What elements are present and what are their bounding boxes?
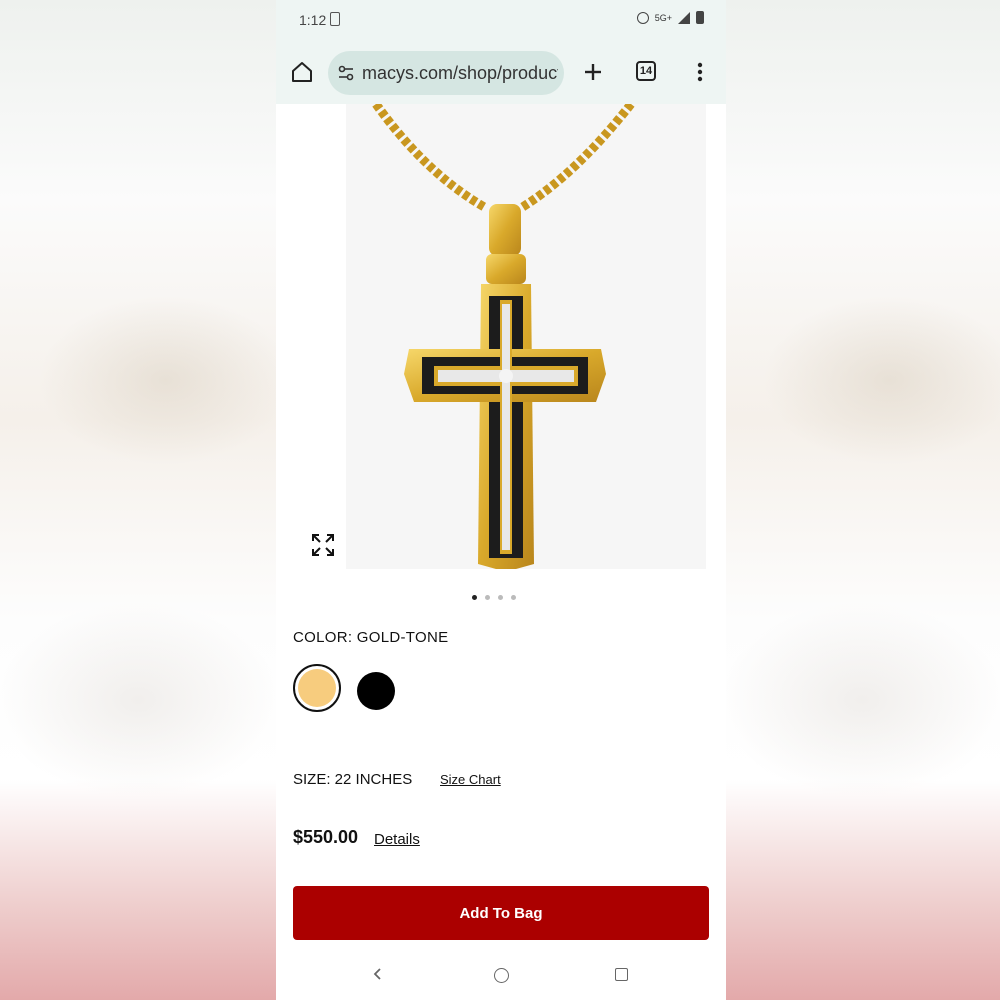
- browser-toolbar: macys.com/shop/product 14: [276, 40, 726, 104]
- url-text[interactable]: macys.com/shop/product: [362, 63, 558, 84]
- sim-icon: [330, 12, 340, 26]
- signal-icon: [678, 11, 690, 24]
- home-icon[interactable]: [290, 60, 314, 84]
- carousel-dot-4[interactable]: [511, 595, 516, 600]
- expand-icon[interactable]: [310, 532, 336, 558]
- home-nav-icon[interactable]: [494, 968, 509, 983]
- status-time: 1:12: [299, 12, 327, 28]
- tab-switcher-button[interactable]: 14: [636, 61, 656, 81]
- status-bar: 1:12 5G+: [276, 0, 726, 40]
- cross-pendant-image: [372, 104, 635, 569]
- price: $550.00: [293, 827, 359, 847]
- product-image[interactable]: [276, 104, 726, 574]
- system-nav-bar: [276, 950, 726, 1000]
- address-bar[interactable]: macys.com/shop/product: [328, 51, 564, 95]
- carousel-dots[interactable]: [472, 595, 516, 600]
- more-menu-icon[interactable]: [690, 60, 710, 84]
- background-blur-right: [724, 0, 1000, 1000]
- carousel-dot-1[interactable]: [472, 595, 477, 600]
- back-icon[interactable]: [371, 967, 385, 981]
- add-to-bag-button[interactable]: Add To Bag: [293, 886, 709, 940]
- carousel-dot-2[interactable]: [485, 595, 490, 600]
- swatch-gold-tone[interactable]: [298, 669, 336, 707]
- battery-icon: [696, 11, 704, 24]
- new-tab-icon[interactable]: [581, 60, 605, 84]
- size-chart-link[interactable]: Size Chart: [440, 772, 501, 787]
- background-blur-left: [0, 0, 276, 1000]
- alarm-icon: [636, 11, 649, 24]
- site-settings-icon[interactable]: [336, 63, 356, 83]
- status-icons: 5G+: [636, 11, 704, 24]
- details-link[interactable]: Details: [374, 831, 420, 848]
- carousel-dot-3[interactable]: [498, 595, 503, 600]
- phone-screen: 1:12 5G+ macys.com/shop/product 14 COLOR…: [276, 0, 726, 1000]
- swatch-black[interactable]: [357, 672, 395, 710]
- size-label: SIZE: 22 INCHES: [293, 771, 413, 788]
- network-label: 5G+: [654, 12, 672, 23]
- color-label: COLOR: GOLD-TONE: [293, 629, 449, 646]
- recent-apps-icon[interactable]: [615, 968, 628, 981]
